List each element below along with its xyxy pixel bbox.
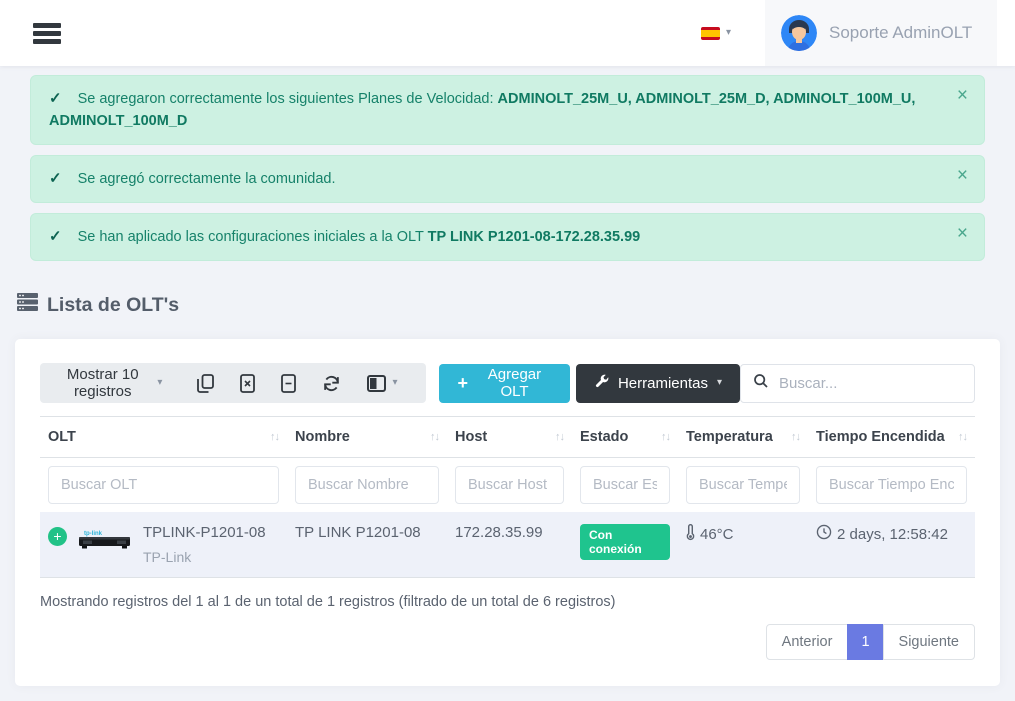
column-header-olt[interactable]: OLT ↑↓ — [40, 417, 287, 458]
sort-icon: ↑↓ — [791, 431, 800, 443]
caret-down-icon: ▾ — [717, 378, 722, 388]
user-name: Soporte AdminOLT — [829, 23, 972, 43]
cell-temperatura: 46°C — [700, 526, 734, 543]
page-title-text: Lista de OLT's — [47, 294, 179, 317]
sort-icon: ↑↓ — [430, 431, 439, 443]
page-title: Lista de OLT's — [17, 292, 1000, 318]
plus-icon: + — [457, 374, 468, 392]
columns-icon — [367, 375, 386, 392]
column-header-temperatura[interactable]: Temperatura ↑↓ — [678, 417, 808, 458]
column-header-nombre[interactable]: Nombre ↑↓ — [287, 417, 447, 458]
table-footer: Mostrando registros del 1 al 1 de un tot… — [40, 594, 975, 660]
plus-icon: + — [53, 528, 61, 544]
alert-text: Se agregó correctamente la comunidad. — [78, 171, 336, 187]
column-label: Estado — [580, 429, 628, 445]
file-icon — [281, 374, 296, 393]
check-icon: ✓ — [49, 90, 62, 107]
caret-down-icon: ▾ — [726, 28, 731, 38]
export-file-button[interactable] — [268, 374, 309, 393]
column-header-host[interactable]: Host ↑↓ — [447, 417, 572, 458]
add-olt-button[interactable]: + Agregar OLT — [439, 364, 569, 403]
server-icon — [17, 292, 38, 318]
alert-initial-config: ✓ Se han aplicado las configuraciones ini… — [30, 213, 985, 261]
user-menu[interactable]: Soporte AdminOLT — [765, 0, 997, 66]
column-label: OLT — [48, 429, 76, 445]
filter-estado-input[interactable] — [580, 466, 670, 504]
page-length-label: Mostrar 10 registros — [56, 366, 149, 400]
copy-button[interactable] — [184, 374, 227, 393]
alert-text: Se han aplicado las configuraciones inic… — [78, 229, 428, 245]
column-header-estado[interactable]: Estado ↑↓ — [572, 417, 678, 458]
page-content: ✓ Se agregaron correctamente los siguient… — [0, 66, 1015, 686]
expand-row-button[interactable]: + — [48, 527, 67, 546]
tools-dropdown-button[interactable]: Herramientas ▾ — [576, 364, 740, 403]
page-number-button[interactable]: 1 — [847, 624, 883, 660]
thermometer-icon — [686, 524, 695, 545]
sort-icon: ↑↓ — [555, 431, 564, 443]
column-header-tiempo[interactable]: Tiempo Encendida ↑↓ — [808, 417, 975, 458]
filter-host-input[interactable] — [455, 466, 564, 504]
page-length-select[interactable]: Mostrar 10 registros ▾ — [56, 366, 162, 400]
column-label: Host — [455, 429, 487, 445]
export-excel-button[interactable] — [227, 374, 268, 393]
sort-icon: ↑↓ — [270, 431, 279, 443]
caret-down-icon: ▾ — [392, 378, 397, 388]
svg-text:tp-link: tp-link — [84, 531, 103, 537]
column-label: Temperatura — [686, 429, 773, 445]
column-label: Tiempo Encendida — [816, 429, 945, 445]
olt-table: OLT ↑↓ Nombre ↑↓ Host ↑↓ Estado ↑↓ Temperatu… — [40, 416, 975, 578]
column-label: Nombre — [295, 429, 350, 445]
cell-host: 172.28.35.99 — [447, 512, 572, 578]
search-icon — [753, 373, 769, 394]
olt-brand: TP-Link — [143, 549, 266, 565]
pagination: Anterior 1 Siguiente — [766, 624, 975, 660]
add-olt-label: Agregar OLT — [477, 366, 552, 400]
check-icon: ✓ — [49, 228, 62, 245]
close-icon[interactable]: × — [957, 166, 968, 185]
next-page-button[interactable]: Siguiente — [883, 624, 975, 660]
cell-nombre: TP LINK P1201-08 — [287, 512, 447, 578]
caret-down-icon: ▾ — [157, 378, 162, 388]
copy-icon — [197, 374, 214, 393]
language-dropdown[interactable]: ▾ — [701, 27, 731, 40]
sort-icon: ↑↓ — [661, 431, 670, 443]
user-avatar — [781, 15, 817, 51]
alert-text: Se agregaron correctamente los siguiente… — [78, 91, 498, 107]
close-icon[interactable]: × — [957, 224, 968, 243]
table-row[interactable]: + tp-link — [40, 512, 975, 578]
column-visibility-button[interactable]: ▾ — [354, 375, 410, 392]
excel-file-icon — [240, 374, 255, 393]
alert-community: ✓ Se agregó correctamente la comunidad. × — [30, 155, 985, 203]
filter-nombre-input[interactable] — [295, 466, 439, 504]
filter-olt-input[interactable] — [48, 466, 279, 504]
alert-text-bold: TP LINK P1201-08-172.28.35.99 — [428, 229, 641, 245]
clock-icon — [816, 524, 832, 544]
table-header-row: OLT ↑↓ Nombre ↑↓ Host ↑↓ Estado ↑↓ Temperatu… — [40, 417, 975, 458]
refresh-icon — [322, 374, 341, 393]
search-input[interactable] — [779, 375, 978, 392]
table-filter-row — [40, 458, 975, 513]
cell-tiempo-encendida: 2 days, 12:58:42 — [837, 526, 948, 543]
alert-speed-plans: ✓ Se agregaron correctamente los siguient… — [30, 75, 985, 145]
olt-device-image: tp-link — [77, 526, 133, 558]
menu-toggle-button[interactable] — [33, 20, 63, 47]
tools-label: Herramientas — [618, 375, 708, 392]
wrench-icon — [594, 374, 609, 393]
previous-page-button[interactable]: Anterior — [766, 624, 849, 660]
global-search — [740, 364, 975, 403]
spain-flag-icon — [701, 27, 720, 40]
olt-name: TPLINK-P1201-08 — [143, 524, 266, 541]
top-navbar: ▾ Soporte AdminOLT — [0, 0, 1015, 66]
close-icon[interactable]: × — [957, 86, 968, 105]
filter-temperatura-input[interactable] — [686, 466, 800, 504]
status-badge: Con conexión — [580, 524, 670, 560]
tool-strip: Mostrar 10 registros ▾ — [40, 363, 426, 403]
table-toolbar: Mostrar 10 registros ▾ — [40, 363, 975, 403]
check-icon: ✓ — [49, 170, 62, 187]
sort-icon: ↑↓ — [958, 431, 967, 443]
refresh-button[interactable] — [309, 374, 354, 393]
olt-table-card: Mostrar 10 registros ▾ — [15, 339, 1000, 686]
records-summary: Mostrando registros del 1 al 1 de un tot… — [40, 594, 975, 610]
filter-tiempo-input[interactable] — [816, 466, 967, 504]
